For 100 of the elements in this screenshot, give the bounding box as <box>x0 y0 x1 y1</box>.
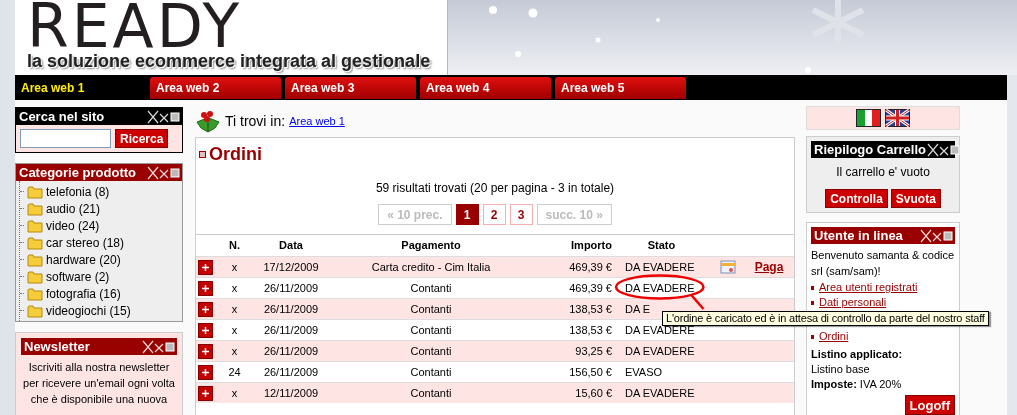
table-cell-text: 15,60 € <box>574 385 613 401</box>
folder-icon <box>27 269 43 284</box>
logoff-button[interactable]: Logoff <box>904 395 955 415</box>
category-link[interactable]: car stereo (18) <box>46 233 125 252</box>
box-title: Riepilogo Carrello <box>814 143 926 156</box>
folder-icon <box>27 303 43 318</box>
search-button[interactable]: Ricerca <box>115 129 169 148</box>
folder-icon <box>27 201 43 216</box>
expand-button[interactable] <box>198 343 213 359</box>
breadcrumb-link[interactable]: Area web 1 <box>289 112 345 130</box>
user-link[interactable]: Ordini <box>819 328 849 345</box>
category-link[interactable]: fotografia (16) <box>46 284 121 303</box>
folder-icon <box>27 252 43 267</box>
expand-button[interactable] <box>198 385 213 401</box>
table-cell-text: x <box>230 385 239 401</box>
table-cell-text: 469,39 € <box>568 280 613 296</box>
page-button[interactable]: 1 <box>455 204 479 225</box>
orders-title: Ordini <box>209 143 262 165</box>
bullet-icon <box>811 300 814 305</box>
category-link[interactable]: video (24) <box>46 216 100 235</box>
square-icon <box>199 150 206 158</box>
sparkle-icon <box>925 142 960 157</box>
credit-card-icon <box>719 260 736 274</box>
table-cell-text: x <box>230 259 239 275</box>
table-cell-text: Carta credito - Cim Italia <box>370 259 492 275</box>
box-title: Newsletter <box>24 340 90 353</box>
box-title: Cerca nel sito <box>19 110 105 123</box>
table-cell-text: 26/11/2009 <box>262 322 320 338</box>
expand-button[interactable] <box>198 301 213 317</box>
price-list-label: Listino applicato: <box>811 347 904 362</box>
table-cell-text: 12/11/2009 <box>262 385 320 401</box>
table-cell-text: 156,50 € <box>568 364 613 380</box>
bullet-icon <box>811 285 814 290</box>
page-button[interactable]: 3 <box>509 204 533 225</box>
table-cell: EVASO <box>625 365 663 378</box>
plus-icon <box>202 284 209 292</box>
user-link[interactable]: Area utenti registrati <box>819 279 918 296</box>
price-list-value: Listino base <box>811 362 871 377</box>
cart-message: Il carrello e' vuoto <box>835 164 931 181</box>
table-cell-text: 26/11/2009 <box>262 343 320 359</box>
plus-icon <box>202 347 209 355</box>
table-cell-text: 138,53 € <box>568 301 613 317</box>
table-cell-text: x <box>230 343 239 359</box>
folder-icon <box>27 235 43 250</box>
british-flag-icon[interactable] <box>885 109 910 127</box>
category-link[interactable]: audio (21) <box>46 199 101 218</box>
column-header: Stato <box>646 238 677 254</box>
user-link[interactable]: Dati personali <box>819 294 887 311</box>
bullet-icon <box>811 334 814 339</box>
table-cell-text: Contanti <box>409 322 453 338</box>
column-header: Pagamento <box>400 238 462 254</box>
table-cell-text: Contanti <box>409 343 453 359</box>
table-cell-text: 93,25 € <box>574 343 613 359</box>
category-link[interactable]: telefonia (8) <box>46 182 110 201</box>
search-field[interactable] <box>20 129 111 148</box>
table-cell-text: Contanti <box>409 385 453 401</box>
table-cell: DA EVADERE <box>625 260 695 273</box>
category-link[interactable]: software (2) <box>46 267 110 286</box>
table-cell-text: 17/12/2009 <box>262 259 320 275</box>
plus-icon <box>202 389 209 397</box>
nav-tab[interactable]: Area web 3 <box>285 77 416 99</box>
table-cell: DA EVADERE <box>625 323 695 336</box>
category-link[interactable]: hardware (20) <box>46 250 121 269</box>
sparkle-icon <box>146 165 180 180</box>
table-cell-text: Contanti <box>409 364 453 380</box>
table-cell-text: 24 <box>227 364 242 380</box>
expand-button[interactable] <box>198 259 213 275</box>
results-summary: 59 risultati trovati (20 per pagina - 3 in totale) <box>374 180 616 197</box>
page-button[interactable]: 2 <box>482 204 506 225</box>
folder-icon <box>27 184 43 199</box>
cart-button[interactable]: Svuota <box>890 189 941 208</box>
nav-tab[interactable]: Area web 5 <box>555 77 686 99</box>
column-header: Data <box>278 238 304 254</box>
table-cell-text: 469,39 € <box>568 259 613 275</box>
cart-button[interactable]: Controlla <box>825 189 888 208</box>
expand-button[interactable] <box>198 364 213 380</box>
expand-button[interactable] <box>198 280 213 296</box>
plus-icon <box>202 368 209 376</box>
breadcrumb-label: Ti trovi in: <box>225 111 286 131</box>
tooltip: L'ordine è caricato ed è in attesa di controllo da parte del nostro staff <box>662 311 989 326</box>
plus-icon <box>202 305 209 313</box>
column-header: Importo <box>570 238 613 254</box>
newsletter-text: Iscriviti alla nostra newsletter per ricevere un'email ogni volta che è disponibile una nuova <box>22 360 176 407</box>
table-cell-text: 26/11/2009 <box>262 301 320 317</box>
nav-tab[interactable]: Area web 2 <box>150 77 281 99</box>
table-cell-text: 26/11/2009 <box>262 364 320 380</box>
nav-tab[interactable]: Area web 4 <box>420 77 551 99</box>
italian-flag-icon[interactable] <box>856 109 881 127</box>
expand-button[interactable] <box>198 322 213 338</box>
tax-value: IVA 20% <box>859 377 902 392</box>
folder-icon <box>27 218 43 233</box>
tagline: la soluzione ecommerce integrata al gestionale <box>27 50 432 72</box>
table-cell-text: x <box>230 322 239 338</box>
table-cell: DA EVADERE <box>625 386 695 399</box>
sparkle-icon <box>146 109 180 124</box>
pay-link[interactable]: Paga <box>754 258 784 276</box>
logo: READY <box>27 3 243 49</box>
box-title: Utente in linea <box>814 229 903 242</box>
category-link[interactable]: videogiochi (15) <box>46 301 131 320</box>
plus-icon <box>202 326 209 334</box>
